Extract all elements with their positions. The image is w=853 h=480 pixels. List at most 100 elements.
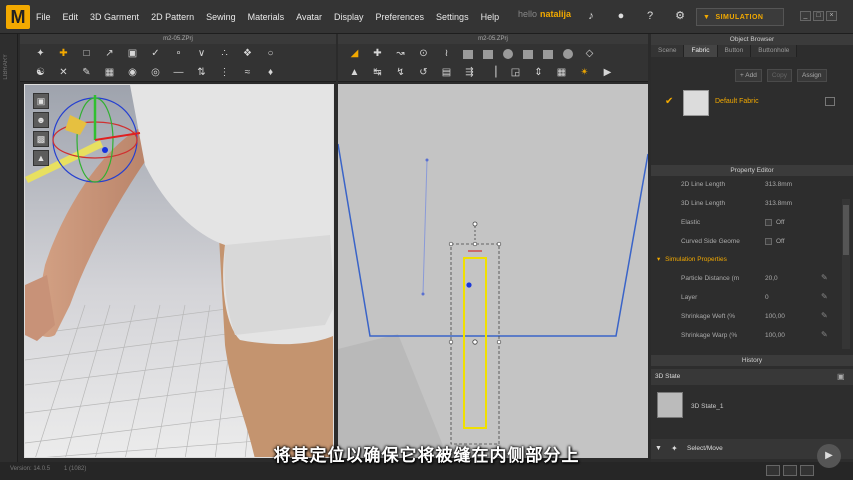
fitting-icon[interactable]: ▲ xyxy=(33,150,49,166)
sim-property-value[interactable]: 0 xyxy=(765,294,769,301)
sim-property-value[interactable]: 100,00 xyxy=(765,313,785,320)
transform-pattern-icon[interactable]: ◢ xyxy=(348,48,361,60)
library-strip[interactable]: LIBRARY xyxy=(0,34,18,462)
polygon-icon[interactable] xyxy=(463,49,473,59)
property-scrollbar[interactable] xyxy=(842,199,850,349)
free-sewing-icon[interactable]: ↯ xyxy=(394,67,407,79)
arrange-icon[interactable]: ❖ xyxy=(241,48,254,60)
view-2d-icon[interactable] xyxy=(800,465,814,476)
garment-display-icon[interactable]: ▩ xyxy=(33,131,49,147)
edit-icon[interactable]: ✎ xyxy=(821,273,828,282)
fabric-list-item[interactable]: ✔ Default Fabric xyxy=(657,88,847,118)
circle-icon[interactable] xyxy=(503,49,513,59)
edit-icon[interactable]: ✎ xyxy=(821,292,828,301)
curve-point-icon[interactable]: ≀ xyxy=(440,48,453,60)
menu-file[interactable]: File xyxy=(36,12,51,22)
seam-allowance-icon[interactable]: ◲ xyxy=(509,67,522,79)
menu-display[interactable]: Display xyxy=(334,12,364,22)
save-state-icon[interactable]: ▣ xyxy=(837,372,845,381)
state-thumbnail[interactable] xyxy=(657,392,683,418)
trace-icon[interactable]: ✴ xyxy=(578,67,591,79)
close-icon[interactable]: × xyxy=(826,11,837,21)
tab-fabric[interactable]: Fabric xyxy=(684,45,718,57)
simulation-properties-header[interactable]: ▾ Simulation Properties xyxy=(657,255,727,263)
sim-property-value[interactable]: 20,0 xyxy=(765,275,778,282)
transform-icon[interactable]: ↗ xyxy=(103,48,116,60)
add-point-icon[interactable]: ⊙ xyxy=(417,48,430,60)
view-1d-icon[interactable] xyxy=(766,465,780,476)
measure-icon[interactable]: ∴ xyxy=(218,48,231,60)
user-info[interactable]: hello natalija xyxy=(518,9,571,19)
avatar-display-icon[interactable]: ☻ xyxy=(33,112,49,128)
menu-3d-garment[interactable]: 3D Garment xyxy=(90,12,139,22)
viewport-3d[interactable]: ▣ ☻ ▩ ▲ xyxy=(24,84,334,458)
menu-settings[interactable]: Settings xyxy=(436,12,469,22)
minimize-icon[interactable]: _ xyxy=(800,11,811,21)
dart-icon[interactable]: ◇ xyxy=(583,48,596,60)
buttonhole-icon[interactable]: ◎ xyxy=(149,67,162,79)
segment-sewing-icon[interactable]: ↹ xyxy=(371,67,384,79)
speaker-icon[interactable]: ♪ xyxy=(584,9,598,23)
elastic-checkbox[interactable] xyxy=(765,219,772,226)
arrow-icon[interactable]: ✦ xyxy=(34,48,47,60)
menu-sewing[interactable]: Sewing xyxy=(206,12,236,22)
menu-2d-pattern[interactable]: 2D Pattern xyxy=(151,12,194,22)
view2d-tab[interactable]: m2-05.ZPrj xyxy=(338,34,648,44)
viewport-2d[interactable] xyxy=(338,84,648,458)
internal-polygon-icon[interactable] xyxy=(523,49,533,59)
assign-fabric-button[interactable]: Assign xyxy=(797,69,827,82)
tack-icon[interactable]: ∘ xyxy=(172,48,185,60)
help-icon[interactable]: ? xyxy=(643,9,657,23)
tab-buttonhole[interactable]: Buttonhole xyxy=(751,45,798,57)
fold-icon[interactable]: ∨ xyxy=(195,48,208,60)
menu-avatar[interactable]: Avatar xyxy=(296,12,322,22)
simulation-button[interactable]: ▼ SIMULATION xyxy=(696,8,784,26)
edit-curve-icon[interactable]: ↝ xyxy=(394,48,407,60)
internal-rectangle-icon[interactable] xyxy=(543,49,553,59)
scrollbar-thumb[interactable] xyxy=(843,205,849,255)
menu-edit[interactable]: Edit xyxy=(63,12,79,22)
button-icon[interactable]: ◉ xyxy=(126,67,139,79)
zipper-icon[interactable]: ⋮ xyxy=(218,67,231,79)
sew-icon[interactable]: ⇅ xyxy=(195,67,208,79)
cross-icon[interactable]: ✕ xyxy=(57,67,70,79)
tab-button[interactable]: Button xyxy=(717,45,752,57)
user-icon[interactable]: ● xyxy=(614,9,628,23)
select-icon[interactable]: ✚ xyxy=(57,48,70,60)
check-sewing-icon[interactable]: ↺ xyxy=(417,67,430,79)
tab-scene[interactable]: Scene xyxy=(651,45,685,57)
pin-icon[interactable]: ✓ xyxy=(149,48,162,60)
line-icon[interactable]: — xyxy=(172,67,185,79)
sim-property-value[interactable]: 100,00 xyxy=(765,332,785,339)
tape-icon[interactable]: ▤ xyxy=(440,67,453,79)
menu-help[interactable]: Help xyxy=(481,12,500,22)
internal-circle-icon[interactable] xyxy=(563,49,573,59)
lasso-icon[interactable]: ○ xyxy=(264,48,277,60)
copy-fabric-button[interactable]: Copy xyxy=(766,69,792,82)
view3d-tab[interactable]: m2-05.ZPrj xyxy=(20,34,336,44)
avatar-icon[interactable]: ☯ xyxy=(34,67,47,79)
state-item-label[interactable]: 3D State_1 xyxy=(691,403,724,410)
settings-icon[interactable]: ⚙ xyxy=(673,9,687,23)
fabric-options-icon[interactable] xyxy=(825,97,835,106)
edit-icon[interactable]: ✎ xyxy=(821,311,828,320)
fold-line-icon[interactable]: ⇶ xyxy=(463,67,476,79)
box-icon[interactable]: ▣ xyxy=(126,48,139,60)
edit-icon[interactable]: ✎ xyxy=(821,330,828,339)
puckering-icon[interactable]: ≈ xyxy=(241,67,254,79)
camera-icon[interactable]: ▣ xyxy=(33,93,49,109)
trim-icon[interactable]: ♦ xyxy=(264,67,277,79)
texture-icon[interactable]: ▦ xyxy=(103,67,116,79)
maximize-icon[interactable]: □ xyxy=(813,11,824,21)
view-3d-icon[interactable] xyxy=(783,465,797,476)
rectangle-icon[interactable] xyxy=(483,49,493,59)
edit-sewing-icon[interactable]: ▲ xyxy=(348,67,361,79)
select-mesh-icon[interactable]: □ xyxy=(80,48,93,60)
offset-icon[interactable]: ▕ xyxy=(486,67,499,79)
grain-icon[interactable]: ⇕ xyxy=(532,67,545,79)
edit-point-icon[interactable]: ✚ xyxy=(371,48,384,60)
brush-icon[interactable]: ✎ xyxy=(80,67,93,79)
curved-checkbox[interactable] xyxy=(765,238,772,245)
menu-preferences[interactable]: Preferences xyxy=(376,12,425,22)
more-icon[interactable]: ▶ xyxy=(601,67,614,79)
